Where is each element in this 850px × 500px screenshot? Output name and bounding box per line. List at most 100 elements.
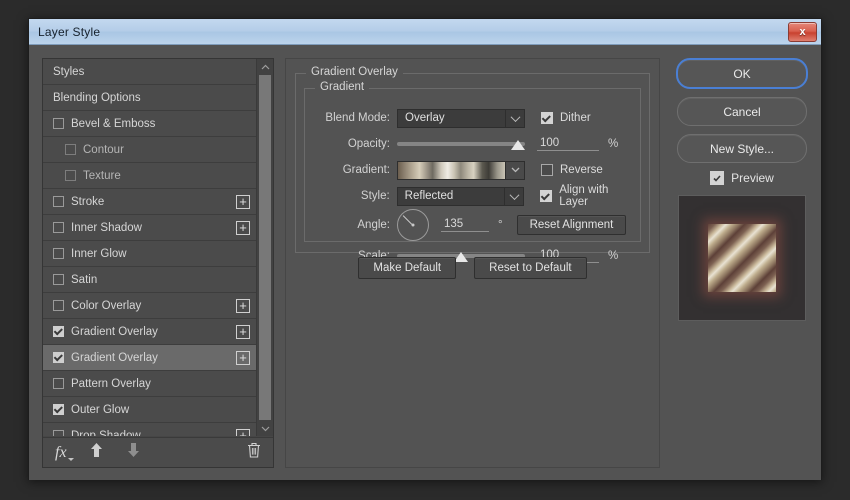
- trash-icon[interactable]: [247, 442, 261, 463]
- style-row-label: Stroke: [71, 195, 105, 208]
- dither-check-icon: [541, 112, 553, 124]
- gradient-dropdown-button[interactable]: [505, 161, 524, 179]
- style-row[interactable]: Stroke: [43, 189, 256, 215]
- checkbox-checked-icon[interactable]: [53, 326, 64, 337]
- style-row-label: Bevel & Emboss: [71, 117, 156, 130]
- opacity-slider-thumb[interactable]: [511, 140, 525, 150]
- blend-mode-label: Blend Mode:: [325, 112, 390, 124]
- blend-mode-value: Overlay: [405, 112, 445, 124]
- scroll-down-button[interactable]: [257, 421, 273, 436]
- gradient-swatch[interactable]: [397, 160, 525, 180]
- style-row[interactable]: Color Overlay: [43, 293, 256, 319]
- style-row-label: Outer Glow: [71, 403, 130, 416]
- chevron-down-icon: [504, 187, 523, 205]
- preview-thumbnail: [678, 195, 806, 321]
- cancel-button[interactable]: Cancel: [677, 97, 807, 126]
- checkbox-icon[interactable]: [53, 196, 64, 207]
- opacity-label: Opacity:: [347, 138, 390, 150]
- style-row[interactable]: Satin: [43, 267, 256, 293]
- style-row[interactable]: Inner Shadow: [43, 215, 256, 241]
- close-button[interactable]: x: [788, 22, 817, 42]
- gradient-overlay-panel: Gradient Overlay Gradient Blend Mode: Ov…: [285, 58, 660, 468]
- checkbox-checked-icon[interactable]: [53, 352, 64, 363]
- styles-scrollbar[interactable]: [256, 59, 273, 436]
- move-down-icon[interactable]: [126, 442, 141, 463]
- angle-value[interactable]: 135: [441, 218, 489, 232]
- style-row-label: Blending Options: [53, 91, 141, 104]
- style-row-label: Texture: [83, 169, 121, 182]
- style-row[interactable]: Contour: [43, 137, 256, 163]
- add-effect-icon[interactable]: [236, 324, 250, 339]
- checkbox-icon[interactable]: [53, 248, 64, 259]
- style-row-label: Satin: [71, 273, 98, 286]
- preview-checkbox[interactable]: Preview: [674, 171, 810, 185]
- reverse-checkbox[interactable]: Reverse: [541, 164, 603, 176]
- style-row-label: Styles: [53, 65, 85, 78]
- style-label: Style:: [360, 190, 390, 202]
- defaults-buttons: Make Default Reset to Default: [286, 257, 659, 279]
- style-row[interactable]: Gradient Overlay: [43, 345, 256, 371]
- ok-button[interactable]: OK: [676, 58, 808, 89]
- style-select[interactable]: Reflected: [396, 186, 525, 206]
- chevron-down-icon: [505, 109, 524, 127]
- style-row[interactable]: Pattern Overlay: [43, 371, 256, 397]
- style-row[interactable]: Styles: [43, 59, 256, 85]
- style-row-label: Gradient Overlay: [71, 325, 158, 338]
- make-default-button[interactable]: Make Default: [358, 257, 457, 279]
- add-effect-icon[interactable]: [236, 428, 250, 436]
- preview-thumbnail-gradient: [708, 224, 776, 292]
- gradient-label: Gradient:: [342, 164, 390, 176]
- gradient-preview: [398, 161, 506, 179]
- add-effect-icon[interactable]: [236, 350, 250, 365]
- dither-checkbox[interactable]: Dither: [541, 112, 591, 124]
- checkbox-icon[interactable]: [53, 300, 64, 311]
- style-row[interactable]: Drop Shadow: [43, 423, 256, 436]
- add-effect-icon[interactable]: [236, 194, 250, 209]
- checkbox-icon[interactable]: [53, 378, 64, 389]
- styles-panel: Styles Blending Options Bevel & Emboss Cont…: [42, 58, 274, 468]
- scrollbar-thumb[interactable]: [259, 75, 271, 420]
- reset-alignment-button[interactable]: Reset Alignment: [516, 215, 627, 235]
- style-row[interactable]: Bevel & Emboss: [43, 111, 256, 137]
- angle-label: Angle:: [357, 219, 390, 231]
- angle-dial[interactable]: [397, 209, 429, 241]
- style-value: Reflected: [404, 190, 454, 202]
- close-icon: x: [799, 25, 806, 38]
- checkbox-checked-icon[interactable]: [53, 404, 64, 415]
- add-effect-icon[interactable]: [236, 220, 250, 235]
- angle-unit: °: [498, 219, 503, 231]
- reset-to-default-button[interactable]: Reset to Default: [474, 257, 587, 279]
- gradient-overlay-group: Gradient Overlay Gradient Blend Mode: Ov…: [295, 66, 650, 263]
- blend-mode-select[interactable]: Overlay: [397, 108, 525, 128]
- fx-icon[interactable]: fx: [55, 443, 74, 462]
- style-row: Style: Reflected Align with Layer: [305, 184, 640, 208]
- style-row[interactable]: Inner Glow: [43, 241, 256, 267]
- style-row[interactable]: Gradient Overlay: [43, 319, 256, 345]
- preview-thumbnail-glow: [708, 224, 776, 292]
- style-row[interactable]: Blending Options: [43, 85, 256, 111]
- checkbox-icon[interactable]: [65, 170, 76, 181]
- move-up-icon[interactable]: [89, 442, 104, 463]
- new-style-button[interactable]: New Style...: [677, 134, 807, 163]
- style-row[interactable]: Outer Glow: [43, 397, 256, 423]
- checkbox-icon[interactable]: [65, 144, 76, 155]
- scroll-up-button[interactable]: [257, 59, 273, 74]
- checkbox-icon[interactable]: [53, 274, 64, 285]
- opacity-slider[interactable]: [397, 136, 525, 152]
- style-row-label: Contour: [83, 143, 124, 156]
- checkbox-icon[interactable]: [53, 222, 64, 233]
- dialog-titlebar[interactable]: Layer Style x: [29, 19, 821, 45]
- dialog-title: Layer Style: [38, 24, 101, 39]
- style-row-label: Inner Shadow: [71, 221, 142, 234]
- checkbox-icon[interactable]: [53, 118, 64, 129]
- reverse-label: Reverse: [560, 164, 603, 176]
- add-effect-icon[interactable]: [236, 298, 250, 313]
- gradient-group: Gradient Blend Mode: Overlay Dither Opac…: [304, 81, 641, 263]
- fx-label: fx: [55, 443, 67, 461]
- fx-dropdown-caret-icon: [67, 457, 74, 461]
- checkbox-icon[interactable]: [53, 430, 64, 436]
- styles-list[interactable]: Styles Blending Options Bevel & Emboss Cont…: [43, 59, 256, 436]
- opacity-value[interactable]: 100: [537, 137, 599, 151]
- align-with-layer-checkbox[interactable]: Align with Layer: [540, 184, 640, 208]
- style-row[interactable]: Texture: [43, 163, 256, 189]
